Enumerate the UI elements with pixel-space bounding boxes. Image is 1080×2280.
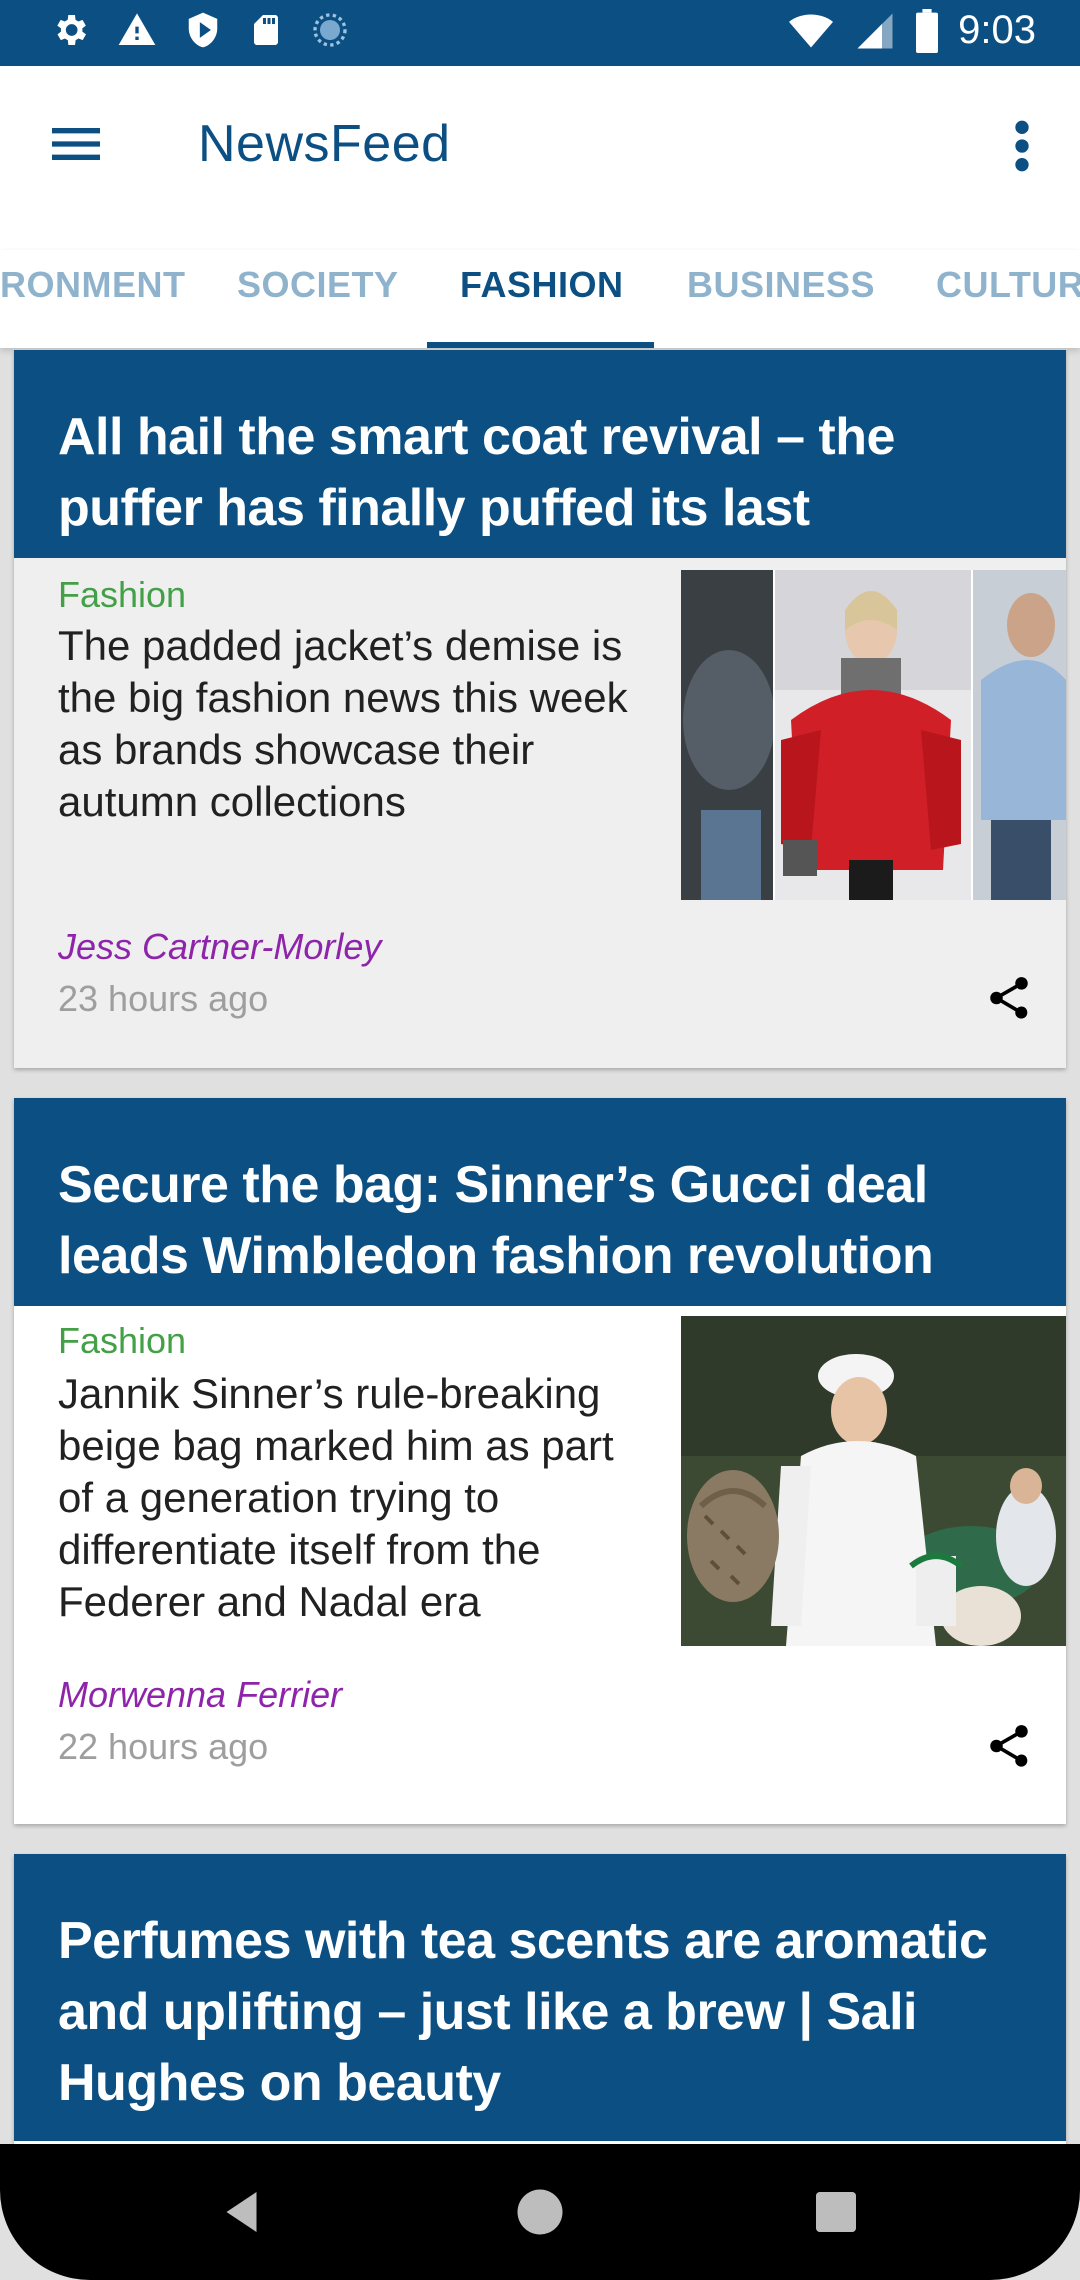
article-category: Fashion [58,1320,187,1361]
article-summary: The padded jacket’s demise is the big fa… [58,622,628,825]
hamburger-menu-icon[interactable] [44,112,108,176]
cell-signal-icon [857,13,893,48]
more-vert-icon[interactable] [1002,114,1042,178]
tab-culture[interactable]: CULTUR [936,264,1080,306]
warning-icon [118,13,156,46]
article-card[interactable]: Secure the bag: Sinner’s Gucci deal lead… [14,1098,1066,1824]
share-icon[interactable] [984,1721,1034,1771]
article-time: 23 hours ago [58,978,269,1019]
tab-business[interactable]: BUSINESS [687,264,875,306]
article-summary: Jannik Sinner’s rule-breaking beige bag … [58,1370,614,1625]
article-title[interactable]: Perfumes with tea scents are aromatic an… [14,1854,1066,2141]
article-title[interactable]: Secure the bag: Sinner’s Gucci deal lead… [14,1098,1066,1306]
share-icon[interactable] [984,973,1034,1023]
system-nav-bar [0,2144,1080,2280]
home-icon[interactable] [510,2182,570,2242]
article-thumbnail[interactable] [681,570,1066,900]
status-time: 9:03 [958,8,1036,52]
tab-society[interactable]: SOCIETY [237,264,399,306]
settings-icon [57,15,86,45]
wifi-icon [789,14,834,47]
back-icon[interactable] [214,2182,274,2242]
article-author: Morwenna Ferrier [58,1674,343,1715]
status-bar: 9:03 [0,0,1080,66]
sync-icon [313,13,347,47]
sd-card-icon [254,15,278,45]
news-feed[interactable]: All hail the smart coat revival – the pu… [0,350,1080,2144]
article-card[interactable]: Perfumes with tea scents are aromatic an… [14,1854,1066,2144]
tab-fashion[interactable]: FASHION [460,264,624,306]
battery-icon [916,8,939,53]
shield-icon [188,12,218,48]
article-author: Jess Cartner-Morley [58,926,382,967]
article-thumbnail[interactable] [681,1316,1066,1646]
article-category: Fashion [58,574,187,615]
app-title: NewsFeed [198,115,451,173]
category-tabs: RONMENT SOCIETY FASHION BUSINESS CULTUR [0,250,1080,348]
article-card[interactable]: All hail the smart coat revival – the pu… [14,350,1066,1068]
article-time: 22 hours ago [58,1726,269,1767]
recents-icon[interactable] [806,2182,866,2242]
tab-environment[interactable]: RONMENT [0,264,186,306]
article-title[interactable]: All hail the smart coat revival – the pu… [14,350,1066,558]
active-tab-indicator [427,342,654,348]
